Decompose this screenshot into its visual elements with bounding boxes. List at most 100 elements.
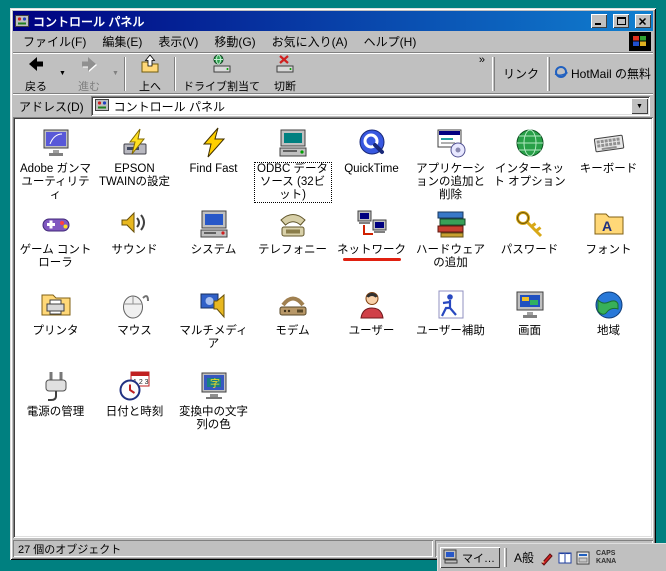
- printers-icon: [39, 288, 73, 322]
- toolbar-separator: [174, 57, 176, 91]
- add-remove-programs-icon: [434, 126, 468, 160]
- folder-item-label: サウンド: [112, 244, 158, 257]
- close-button[interactable]: [635, 14, 651, 28]
- back-dropdown[interactable]: ▼: [57, 55, 68, 93]
- menu-edit[interactable]: 編集(E): [94, 31, 150, 52]
- add-hardware-icon: [434, 207, 468, 241]
- quicktime-icon: [355, 126, 389, 160]
- epson-twain-icon: [118, 126, 152, 160]
- folder-item[interactable]: マルチメディア: [174, 286, 253, 367]
- datetime-icon: 1 2 3: [118, 369, 152, 403]
- ie-icon: [554, 65, 568, 82]
- folder-item[interactable]: パスワード: [490, 205, 569, 286]
- folder-item[interactable]: プリンタ: [16, 286, 95, 367]
- up-folder-icon: [140, 54, 160, 77]
- accessibility-icon: [434, 288, 468, 322]
- map-drive-button[interactable]: ドライブ割当て: [179, 55, 264, 93]
- folder-item[interactable]: 1 2 3日付と時刻: [95, 367, 174, 448]
- menu-view[interactable]: 表示(V): [150, 31, 206, 52]
- ime-properties-icon[interactable]: [575, 550, 591, 566]
- ime-pen-icon[interactable]: [539, 550, 555, 566]
- folder-item[interactable]: マウス: [95, 286, 174, 367]
- folder-item[interactable]: EPSON TWAINの設定: [95, 124, 174, 205]
- folder-item[interactable]: ゲーム コントローラ: [16, 205, 95, 286]
- address-bar: アドレス(D) コントロール パネル ▼: [13, 94, 653, 117]
- back-button[interactable]: 戻る: [15, 55, 57, 93]
- folder-item-label: インターネット オプション: [492, 163, 568, 189]
- folder-item-label: システム: [191, 244, 237, 257]
- find-fast-icon: [197, 126, 231, 160]
- menu-bar: ファイル(F) 編集(E) 表示(V) 移動(G) お気に入り(A) ヘルプ(H…: [13, 31, 653, 53]
- folder-item-label: Adobe ガンマ ユーティリティ: [18, 163, 94, 202]
- folder-item[interactable]: 字変換中の文字列の色: [174, 367, 253, 448]
- disconnect-drive-icon: [275, 54, 295, 77]
- folder-item-label: マウス: [117, 325, 152, 338]
- ime-mode-indicator[interactable]: A般: [511, 549, 537, 566]
- taskbar-button-my-computer[interactable]: マイ コンピュータ: [440, 547, 500, 568]
- folder-item[interactable]: システム: [174, 205, 253, 286]
- folder-item[interactable]: ネットワーク: [332, 205, 411, 286]
- folder-item[interactable]: ハードウェアの追加: [411, 205, 490, 286]
- folder-item[interactable]: Find Fast: [174, 124, 253, 205]
- ime-dictionary-icon[interactable]: [557, 550, 573, 566]
- folder-item[interactable]: モデム: [253, 286, 332, 367]
- maximize-button[interactable]: [613, 14, 629, 28]
- menu-go[interactable]: 移動(G): [206, 31, 263, 52]
- address-label: アドレス(D): [16, 98, 87, 115]
- menu-file[interactable]: ファイル(F): [15, 31, 94, 52]
- control-panel-icon-small: [95, 98, 109, 115]
- folder-item[interactable]: 地域: [569, 286, 648, 367]
- passwords-icon: [513, 207, 547, 241]
- forward-button-label: 進む: [78, 78, 100, 94]
- folder-item[interactable]: インターネット オプション: [490, 124, 569, 205]
- modems-icon: [276, 288, 310, 322]
- multimedia-icon: [197, 288, 231, 322]
- folder-item[interactable]: 電源の管理: [16, 367, 95, 448]
- toolbar-overflow-chevron[interactable]: »: [476, 54, 488, 66]
- folder-item[interactable]: テレフォニー: [253, 205, 332, 286]
- link-hotmail[interactable]: HotMail の無料: [554, 65, 651, 82]
- back-button-label: 戻る: [25, 78, 47, 94]
- folder-item[interactable]: QuickTime: [332, 124, 411, 205]
- folder-item[interactable]: サウンド: [95, 205, 174, 286]
- folder-item-label: テレフォニー: [258, 244, 327, 257]
- status-object-count: 27 個のオブジェクト: [13, 540, 433, 557]
- mouse-icon: [118, 288, 152, 322]
- link-hotmail-label: HotMail の無料: [571, 65, 651, 82]
- links-band-grip[interactable]: [547, 57, 550, 91]
- links-band-grip[interactable]: [492, 57, 495, 91]
- svg-text:字: 字: [210, 377, 220, 390]
- system-icon: [197, 207, 231, 241]
- folder-item[interactable]: 画面: [490, 286, 569, 367]
- ime-lock-indicators[interactable]: CAPS KANA: [593, 550, 619, 566]
- folder-item[interactable]: アプリケーションの追加と削除: [411, 124, 490, 205]
- menu-favorites[interactable]: お気に入り(A): [264, 31, 356, 52]
- folder-item-label: 電源の管理: [27, 406, 85, 419]
- folder-item-label: モデム: [275, 325, 309, 338]
- folder-item[interactable]: ユーザー補助: [411, 286, 490, 367]
- minimize-button[interactable]: [591, 14, 607, 28]
- disconnect-button-label: 切断: [274, 78, 296, 94]
- folder-item[interactable]: Adobe ガンマ ユーティリティ: [16, 124, 95, 205]
- menu-help[interactable]: ヘルプ(H): [356, 31, 425, 52]
- game-controllers-icon: [39, 207, 73, 241]
- titlebar[interactable]: コントロール パネル: [13, 11, 653, 31]
- control-panel-window: コントロール パネル ファイル(F) 編集(E) 表示(V) 移動(G) お気に…: [10, 8, 656, 560]
- forward-dropdown[interactable]: ▼: [110, 55, 121, 93]
- folder-item[interactable]: Aフォント: [569, 205, 648, 286]
- links-band-label: リンク: [499, 65, 543, 82]
- disconnect-button[interactable]: 切断: [264, 55, 306, 93]
- folder-item-label: ユーザー補助: [416, 325, 485, 338]
- taskbar: マイ コンピュータ A般 CAPS KANA: [437, 543, 666, 571]
- network-icon: [355, 207, 389, 241]
- annotation-underline-red: [343, 258, 401, 261]
- ime-toolbar-grip[interactable]: [504, 548, 507, 567]
- folder-item-label: 画面: [518, 325, 541, 338]
- folder-item[interactable]: ユーザー: [332, 286, 411, 367]
- folder-item[interactable]: ODBC データソース (32ビット): [253, 124, 332, 205]
- folder-item[interactable]: キーボード: [569, 124, 648, 205]
- forward-button[interactable]: 進む: [68, 55, 110, 93]
- up-button[interactable]: 上へ: [129, 55, 171, 93]
- address-combo[interactable]: コントロール パネル ▼: [91, 96, 650, 116]
- address-dropdown-button[interactable]: ▼: [631, 98, 648, 114]
